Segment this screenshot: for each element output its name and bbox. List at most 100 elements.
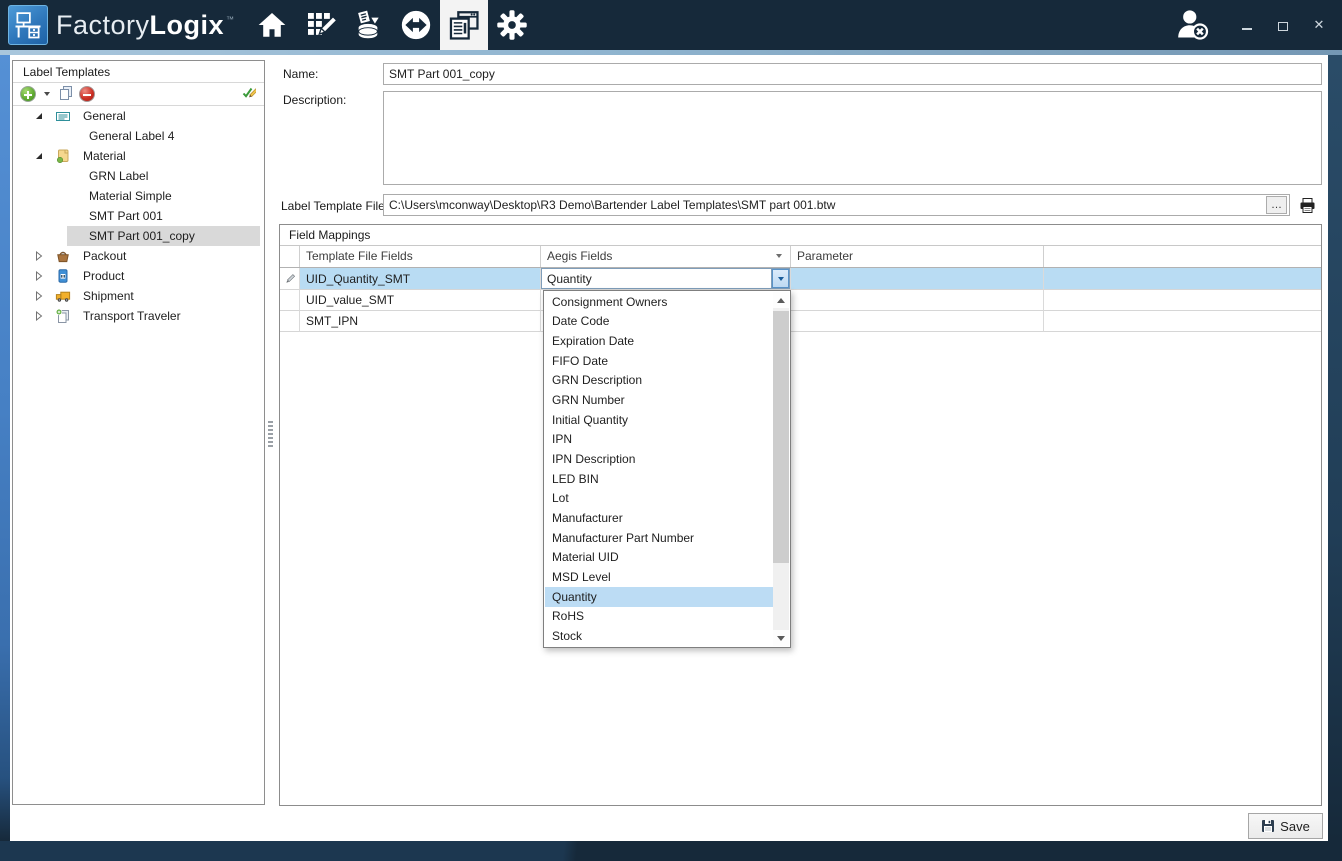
user-logout-icon	[1174, 6, 1210, 42]
cell-template-field[interactable]: UID_Quantity_SMT	[300, 268, 541, 290]
dropdown-item[interactable]: GRN Number	[545, 390, 773, 410]
print-button[interactable]	[1297, 195, 1317, 215]
copy-template-button[interactable]	[58, 85, 74, 104]
dropdown-item[interactable]: Lot	[545, 489, 773, 509]
nav-settings-button[interactable]	[488, 0, 536, 50]
expander-expanded-icon[interactable]	[33, 111, 45, 121]
maximize-button[interactable]	[1274, 15, 1292, 35]
expander-collapsed-icon[interactable]	[33, 311, 45, 321]
name-input[interactable]	[383, 63, 1322, 85]
tree-item-transport-traveler[interactable]: Transport Traveler	[13, 306, 264, 326]
row-indicator	[280, 290, 300, 311]
sidebar-toolbar	[13, 83, 264, 106]
cell-parameter[interactable]	[791, 268, 1044, 290]
logout-user-button[interactable]	[1174, 6, 1210, 45]
titlebar: Factory Logix ™	[0, 0, 1342, 50]
tree-item-smt-part-001-copy[interactable]: SMT Part 001_copy	[13, 226, 264, 246]
column-header-aegis-fields[interactable]: Aegis Fields	[541, 246, 791, 267]
mapping-row[interactable]: UID_Quantity_SMT Quantity	[280, 268, 1321, 290]
close-button[interactable]: ✕	[1310, 15, 1328, 35]
field-mappings-title: Field Mappings	[280, 225, 1321, 246]
tree-label: Transport Traveler	[83, 309, 181, 323]
edit-check-button[interactable]	[240, 85, 256, 104]
nav-material-button[interactable]	[344, 0, 392, 50]
dropdown-item[interactable]: LED BIN	[545, 469, 773, 489]
factorylogix-window: Factory Logix ™	[0, 0, 1342, 861]
cell-parameter[interactable]	[791, 311, 1044, 332]
cell-template-field[interactable]: UID_value_SMT	[300, 290, 541, 311]
cell-template-field[interactable]: SMT_IPN	[300, 311, 541, 332]
arrow-up-icon	[777, 298, 785, 303]
printer-icon	[1298, 196, 1317, 215]
tree-item-general-label-4[interactable]: General Label 4	[13, 126, 264, 146]
filter-caret-icon[interactable]	[776, 254, 782, 258]
browse-button[interactable]: …	[1266, 196, 1287, 214]
delete-template-button[interactable]	[79, 86, 95, 102]
brand-logix: Logix	[150, 10, 225, 41]
expander-collapsed-icon[interactable]	[33, 271, 45, 281]
dropdown-scrollbar[interactable]	[773, 292, 789, 646]
dropdown-item[interactable]: Stock	[545, 626, 773, 646]
material-database-icon	[352, 9, 384, 41]
minimize-button[interactable]	[1238, 15, 1256, 35]
dropdown-item[interactable]: MSD Level	[545, 567, 773, 587]
dropdown-item[interactable]: IPN	[545, 430, 773, 450]
tree-item-shipment[interactable]: Shipment	[13, 286, 264, 306]
arrow-down-icon	[777, 636, 785, 641]
aegis-field-combobox[interactable]: Quantity	[541, 268, 791, 290]
tree-item-general[interactable]: General	[13, 106, 264, 126]
mapping-row[interactable]: SMT_IPN	[280, 311, 1321, 332]
row-edit-indicator	[280, 268, 300, 290]
pencil-icon	[284, 273, 296, 285]
factorylogix-logo-icon	[8, 5, 48, 45]
tree-label: General Label 4	[89, 129, 174, 143]
expander-collapsed-icon[interactable]	[33, 251, 45, 261]
column-header-template-file-fields[interactable]: Template File Fields	[300, 246, 541, 267]
cell-parameter[interactable]	[791, 290, 1044, 311]
scroll-up-button[interactable]	[773, 292, 789, 308]
scroll-down-button[interactable]	[773, 630, 789, 646]
tree-label: SMT Part 001_copy	[89, 229, 195, 243]
label-templates-panel: Label Templates	[12, 60, 265, 805]
expander-expanded-icon[interactable]	[33, 151, 45, 161]
tree-item-material[interactable]: Material	[13, 146, 264, 166]
tree-item-grn-label[interactable]: GRN Label	[13, 166, 264, 186]
tree-item-packout[interactable]: Packout	[13, 246, 264, 266]
mapping-row[interactable]: UID_value_SMT	[280, 290, 1321, 311]
nav-home-button[interactable]	[248, 0, 296, 50]
tree-item-material-simple[interactable]: Material Simple	[13, 186, 264, 206]
panel-splitter[interactable]	[268, 421, 273, 449]
add-template-button[interactable]	[20, 86, 36, 102]
field-mappings-group: Field Mappings Template File Fields Aegi…	[279, 224, 1322, 806]
product-icon	[55, 268, 71, 284]
dropdown-item[interactable]: Manufacturer	[545, 508, 773, 528]
combobox-dropdown-button[interactable]	[771, 269, 789, 288]
nav-label-templates-button[interactable]	[440, 0, 488, 50]
window-left-border	[0, 55, 10, 841]
save-button[interactable]: Save	[1248, 813, 1323, 839]
description-input[interactable]	[383, 91, 1322, 185]
dropdown-item[interactable]: GRN Description	[545, 371, 773, 391]
tree-item-product[interactable]: Product	[13, 266, 264, 286]
dropdown-item[interactable]: Manufacturer Part Number	[545, 528, 773, 548]
nav-transfer-button[interactable]	[392, 0, 440, 50]
dropdown-item[interactable]: Material UID	[545, 548, 773, 568]
nav-production-button[interactable]	[296, 0, 344, 50]
dropdown-item[interactable]: Consignment Owners	[545, 292, 773, 312]
add-menu-caret-icon[interactable]	[44, 92, 50, 96]
dropdown-item[interactable]: RoHS	[545, 607, 773, 627]
ellipsis-icon: …	[1271, 199, 1282, 211]
tree-item-smt-part-001[interactable]: SMT Part 001	[13, 206, 264, 226]
file-path-input[interactable]	[383, 194, 1290, 216]
description-label: Description:	[283, 93, 346, 107]
dropdown-item[interactable]: IPN Description	[545, 449, 773, 469]
dropdown-item[interactable]: Expiration Date	[545, 331, 773, 351]
column-header-parameter[interactable]: Parameter	[791, 246, 1044, 267]
tree-label: GRN Label	[89, 169, 148, 183]
expander-collapsed-icon[interactable]	[33, 291, 45, 301]
dropdown-item[interactable]: Date Code	[545, 312, 773, 332]
dropdown-item[interactable]: Initial Quantity	[545, 410, 773, 430]
scrollbar-thumb[interactable]	[773, 311, 789, 563]
dropdown-item-selected[interactable]: Quantity	[545, 587, 773, 607]
dropdown-item[interactable]: FIFO Date	[545, 351, 773, 371]
